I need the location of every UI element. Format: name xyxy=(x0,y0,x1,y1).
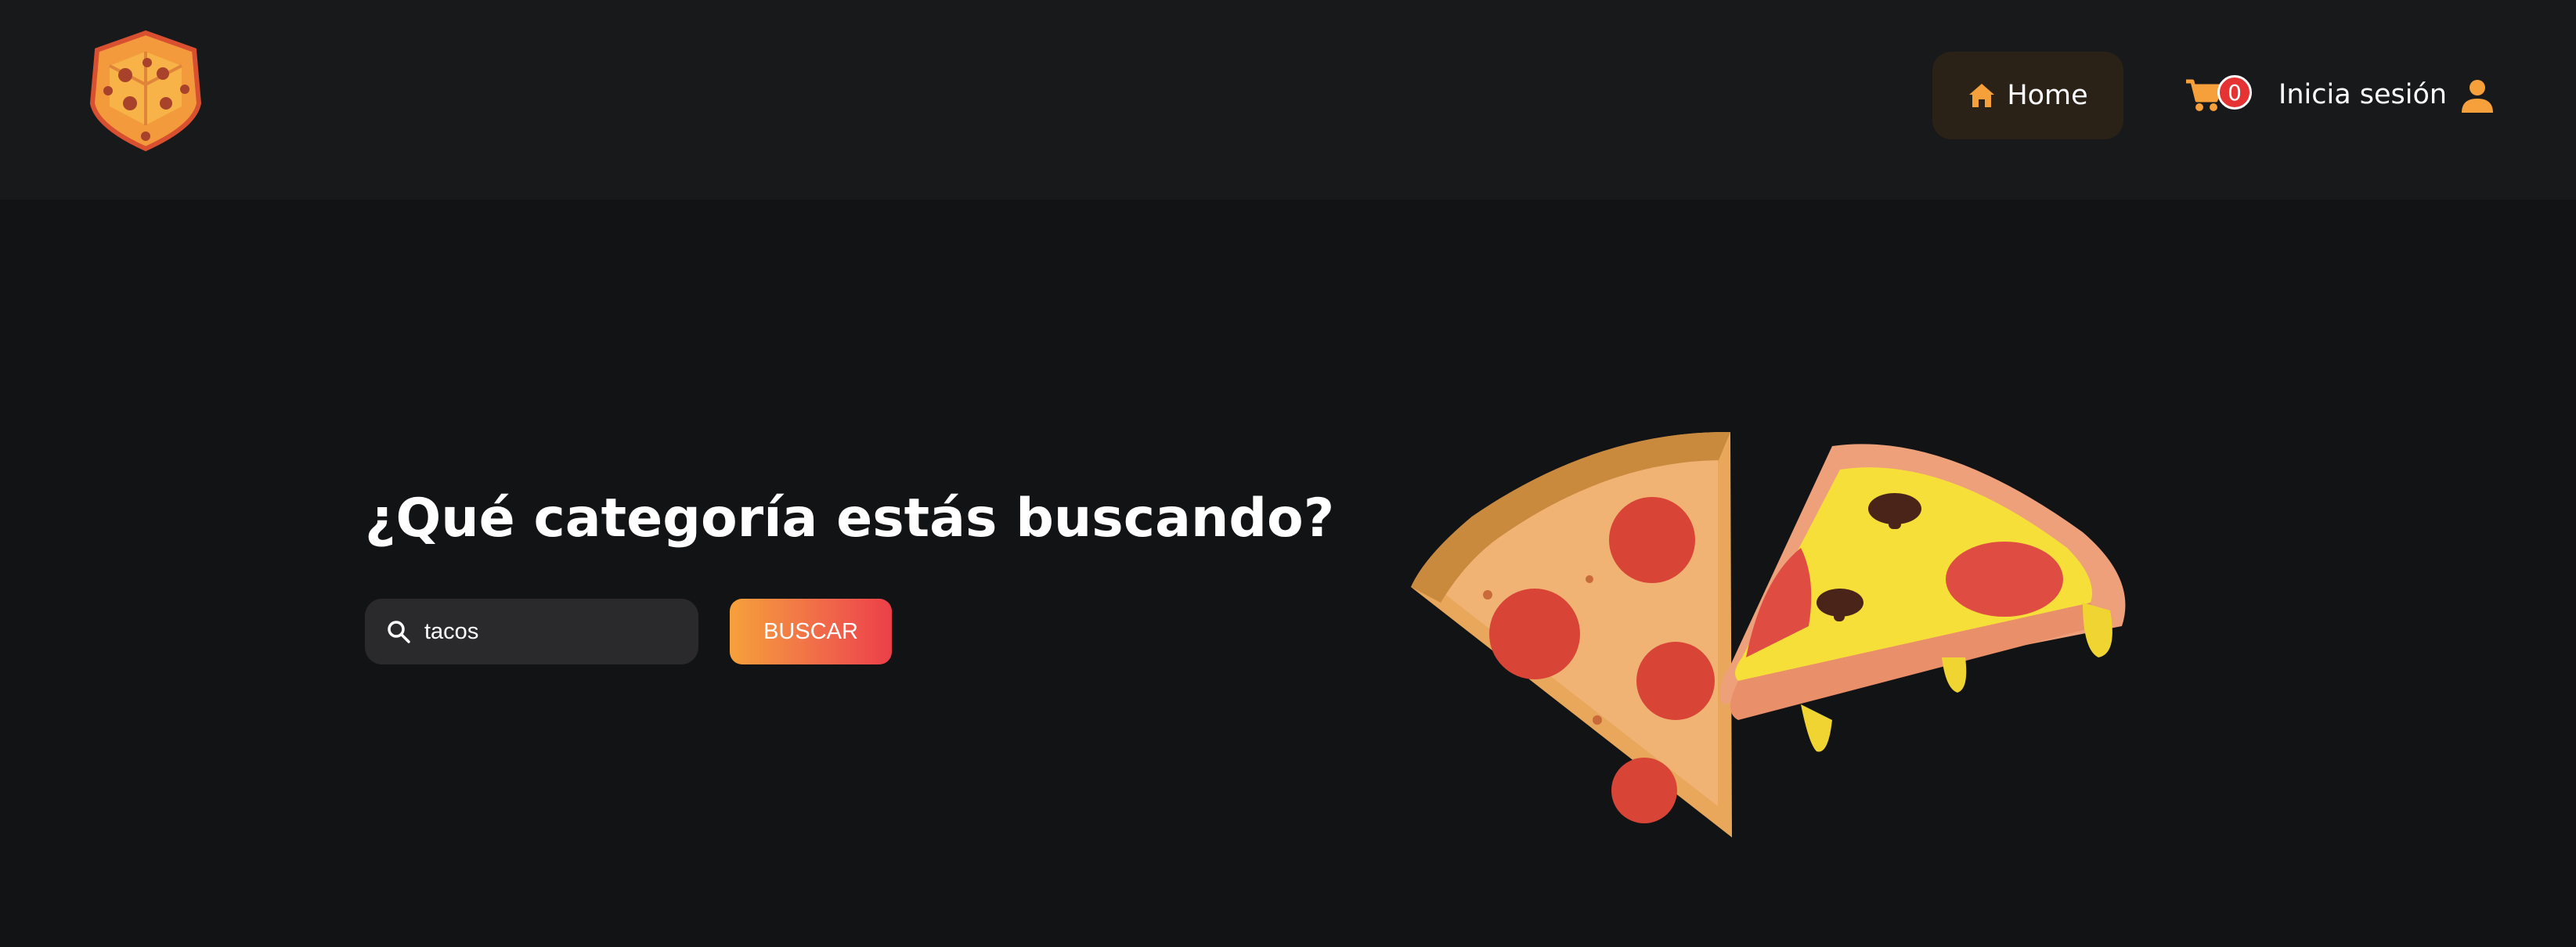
cart-button[interactable]: 0 xyxy=(2185,72,2253,121)
login-link[interactable]: Inicia sesión xyxy=(2278,75,2447,114)
search-button[interactable]: BUSCAR xyxy=(730,599,892,664)
search-box[interactable] xyxy=(365,599,698,664)
site-header: Home 0 Inicia sesión xyxy=(0,0,2576,200)
cart-count-badge: 0 xyxy=(2217,75,2252,110)
pizza-box-logo-icon[interactable] xyxy=(85,28,207,153)
hero-title: ¿Qué categoría estás buscando? xyxy=(365,488,1335,549)
cheese-slice xyxy=(1719,444,2126,752)
search-input[interactable] xyxy=(423,618,676,646)
pizza-slices-illustration xyxy=(1411,431,2126,837)
search-icon xyxy=(388,621,410,643)
house-icon xyxy=(1969,84,1995,107)
nav-home-button[interactable]: Home xyxy=(1932,52,2123,139)
nav-home-label: Home xyxy=(2007,80,2088,111)
user-icon[interactable] xyxy=(2460,78,2495,113)
pepperoni-slice xyxy=(1411,431,1732,837)
shopping-cart-icon xyxy=(2186,79,2222,111)
